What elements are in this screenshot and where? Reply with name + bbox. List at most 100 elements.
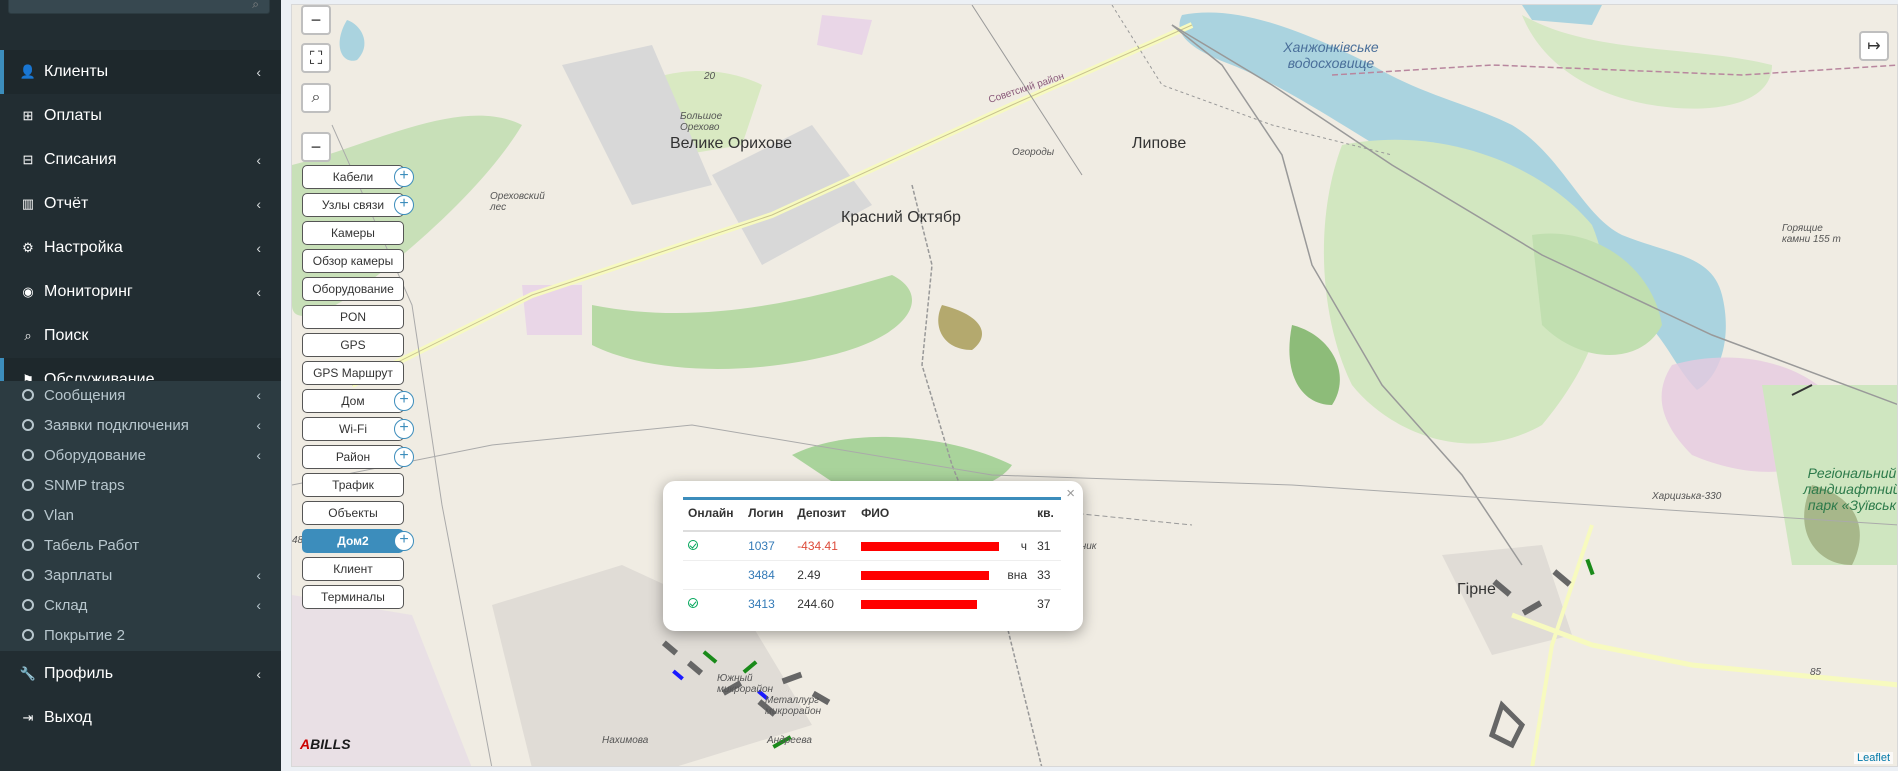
layer-button-13[interactable]: Дом2 bbox=[302, 529, 404, 553]
layer-add-plus-icon[interactable]: + bbox=[394, 447, 414, 467]
sidebar-item-label: Профиль bbox=[44, 665, 114, 682]
submenu-item-label: Покрытие 2 bbox=[44, 626, 125, 644]
layer-add-plus-icon[interactable]: + bbox=[394, 195, 414, 215]
layer-button-3[interactable]: Обзор камеры bbox=[302, 249, 404, 273]
sidebar-item-1[interactable]: ⊞ Оплаты bbox=[0, 94, 281, 138]
map-label-krasny: Красний Октябр bbox=[841, 209, 961, 226]
redaction-bar bbox=[861, 542, 1000, 551]
leaflet-attribution-link[interactable]: Leaflet bbox=[1853, 752, 1893, 764]
zoom-out-button[interactable]: − bbox=[301, 5, 331, 35]
sidebar-item-label: Мониторинг bbox=[44, 283, 133, 300]
layer-add-plus-icon[interactable]: + bbox=[394, 167, 414, 187]
circle-icon bbox=[22, 509, 34, 521]
layer-button-14[interactable]: Клиент bbox=[302, 557, 404, 581]
layer-button-1[interactable]: Узлы связи bbox=[302, 193, 404, 217]
submenu-item-5[interactable]: Табель Работ bbox=[0, 530, 281, 560]
table-row: 3413 244.60 37 bbox=[683, 589, 1061, 618]
submenu-item-label: Оборудование bbox=[44, 446, 147, 464]
submenu-item-4[interactable]: Vlan bbox=[0, 500, 281, 530]
search-icon: ⌕ bbox=[24, 328, 32, 343]
submenu-item-2[interactable]: Оборудование ‹ bbox=[0, 440, 281, 470]
layer-button-12[interactable]: Объекты bbox=[302, 501, 404, 525]
layer-button-6[interactable]: GPS bbox=[302, 333, 404, 357]
sidebar-item-label: Оплаты bbox=[44, 107, 102, 124]
map-label-bolshoe: Большое Орехово bbox=[680, 111, 723, 133]
circle-icon bbox=[22, 599, 34, 611]
layer-button-0[interactable]: Кабели bbox=[302, 165, 404, 189]
map-label-orekhovsky: Ореховский лес bbox=[490, 191, 545, 213]
layer-button-2[interactable]: Камеры bbox=[302, 221, 404, 245]
layer-button-15[interactable]: Терминалы bbox=[302, 585, 404, 609]
layer-add-plus-icon[interactable]: + bbox=[394, 419, 414, 439]
search-icon: ⌕ bbox=[252, 0, 259, 11]
user-icon: 👤 bbox=[19, 64, 37, 79]
login-link[interactable]: 3413 bbox=[748, 597, 775, 611]
sidebar-item-5[interactable]: ◉ Мониторинг ‹ bbox=[0, 270, 281, 314]
layer-button-10[interactable]: Район bbox=[302, 445, 404, 469]
submenu-item-label: Заявки подключения bbox=[44, 416, 189, 434]
close-icon[interactable]: × bbox=[1066, 485, 1075, 502]
sidebar-bottom-item-0[interactable]: 🔧 Профиль ‹ bbox=[0, 652, 281, 696]
submenu-item-3[interactable]: SNMP traps bbox=[0, 470, 281, 500]
submenu-item-7[interactable]: Склад ‹ bbox=[0, 590, 281, 620]
login-cell: 3484 bbox=[743, 560, 793, 590]
fullscreen-button[interactable]: ⛶ bbox=[301, 43, 331, 73]
sidebar-item-3[interactable]: ▥ Отчёт ‹ bbox=[0, 182, 281, 226]
sidebar-item-0[interactable]: 👤 Клиенты ‹ bbox=[0, 50, 281, 94]
table-row: 3484 2.49 вна 33 bbox=[683, 560, 1061, 590]
sidebar-item-4[interactable]: ⚙ Настройка ‹ bbox=[0, 226, 281, 270]
fio-cell: ч bbox=[856, 530, 1033, 561]
login-link[interactable]: 1037 bbox=[748, 539, 775, 553]
map[interactable]: Велике Орихове Красний Октябр Липове Гірне Х… bbox=[291, 4, 1898, 767]
online-cell bbox=[683, 530, 744, 561]
sidebar-item-2[interactable]: ⊟ Списания ‹ bbox=[0, 138, 281, 182]
submenu-item-label: Склад bbox=[44, 596, 88, 614]
search-icon: ⌕ bbox=[311, 89, 321, 106]
bar-chart-icon: ▥ bbox=[21, 196, 35, 211]
layer-add-plus-icon[interactable]: + bbox=[394, 391, 414, 411]
circle-icon bbox=[22, 479, 34, 491]
sidebar-toggle-button[interactable]: ↦ bbox=[1859, 31, 1889, 61]
login-link[interactable]: 3484 bbox=[748, 568, 775, 582]
sidebar-item-label: Выход bbox=[44, 709, 92, 726]
plus-square-icon: ⊞ bbox=[22, 108, 34, 123]
layer-add-plus-icon[interactable]: + bbox=[394, 531, 414, 551]
fio-cell: вна bbox=[856, 560, 1033, 590]
redaction-bar bbox=[861, 571, 990, 580]
layer-button-11[interactable]: Трафик bbox=[302, 473, 404, 497]
layer-button-4[interactable]: Оборудование bbox=[302, 277, 404, 301]
map-background bbox=[292, 5, 1897, 766]
map-label-hirne: Гірне bbox=[1457, 581, 1496, 598]
map-search-button[interactable]: ⌕ bbox=[301, 83, 331, 113]
map-label-metallurg: Металлург микрорайон bbox=[765, 695, 822, 717]
flat-cell: 31 bbox=[1032, 530, 1061, 561]
circle-icon bbox=[22, 419, 34, 431]
circle-icon bbox=[22, 389, 34, 401]
wrench-icon: 🔧 bbox=[19, 666, 37, 681]
sidebar-item-label: Настройка bbox=[44, 239, 123, 256]
table-row: 1037 -434.41 ч 31 bbox=[683, 530, 1061, 561]
submenu-item-6[interactable]: Зарплаты ‹ bbox=[0, 560, 281, 590]
circle-icon bbox=[22, 539, 34, 551]
layer-button-8[interactable]: Дом bbox=[302, 389, 404, 413]
layer-button-5[interactable]: PON bbox=[302, 305, 404, 329]
map-label-nakhimova: Нахимова bbox=[602, 735, 649, 746]
sidebar-search-input[interactable]: ⌕ bbox=[8, 0, 270, 14]
submenu-item-label: Сообщения bbox=[44, 386, 126, 404]
submenu-item-8[interactable]: Покрытие 2 bbox=[0, 620, 281, 650]
flat-cell: 37 bbox=[1032, 589, 1061, 618]
submenu-item-1[interactable]: Заявки подключения ‹ bbox=[0, 410, 281, 440]
layers-collapse-button[interactable]: − bbox=[301, 132, 331, 162]
layer-button-9[interactable]: Wi-Fi bbox=[302, 417, 404, 441]
submenu-item-label: Зарплаты bbox=[44, 566, 113, 584]
flat-cell: 33 bbox=[1032, 560, 1061, 590]
online-check-icon bbox=[688, 540, 698, 550]
submenu-item-0[interactable]: Сообщения ‹ bbox=[0, 380, 281, 410]
sidebar-bottom-item-1[interactable]: ⇥ Выход bbox=[0, 696, 281, 740]
sidebar-item-label: Отчёт bbox=[44, 195, 89, 212]
map-label-velyke: Велике Орихове bbox=[670, 135, 793, 152]
layer-button-7[interactable]: GPS Маршрут bbox=[302, 361, 404, 385]
sidebar-item-6[interactable]: ⌕ Поиск bbox=[0, 314, 281, 358]
chevron-left-icon: ‹ bbox=[256, 284, 261, 300]
deposit-cell: 2.49 bbox=[792, 560, 857, 590]
